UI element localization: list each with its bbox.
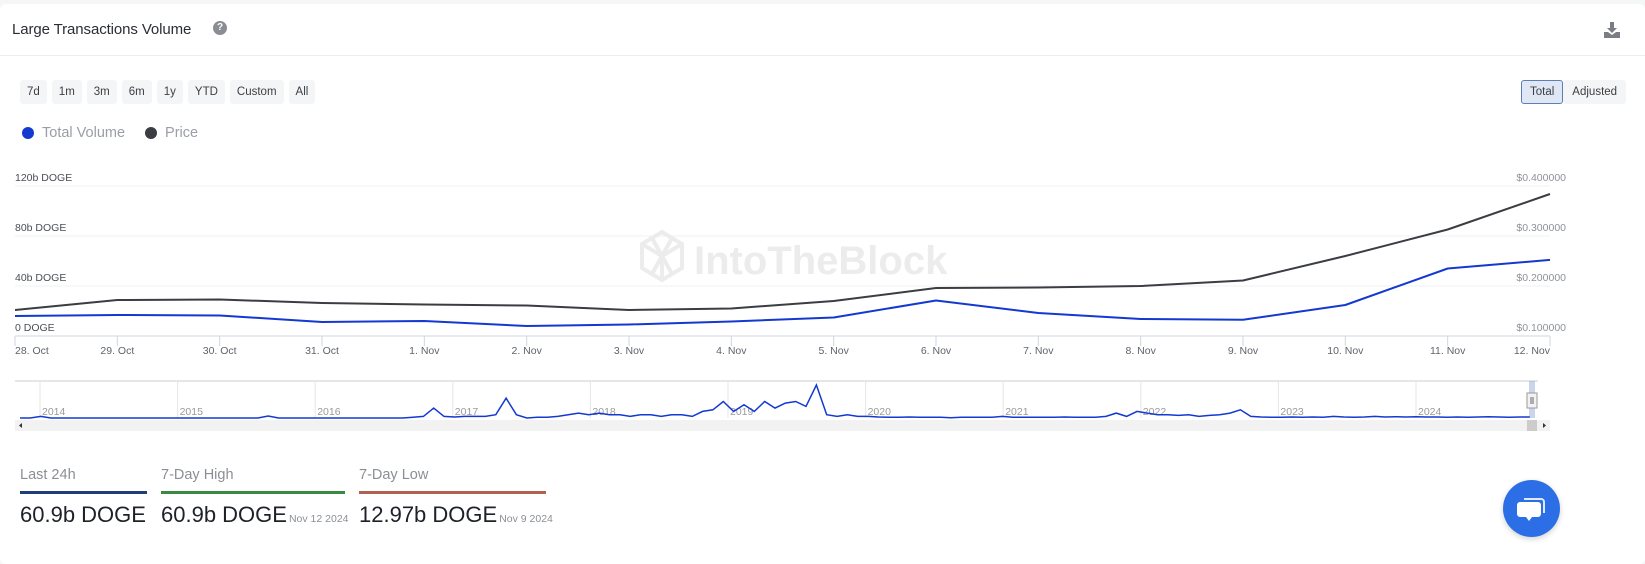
chat-bubble-icon: [1517, 498, 1545, 521]
stat-value: 12.97b DOGE Nov 9 2024: [359, 502, 553, 528]
x-tick-label: 30. Oct: [203, 345, 237, 357]
x-tick-label: 11. Nov: [1430, 345, 1466, 357]
watermark-text: IntoTheBlock: [694, 239, 948, 283]
x-tick-label: 7. Nov: [1023, 345, 1054, 357]
stat-label: 7-Day High: [161, 467, 234, 483]
x-tick-label: 9. Nov: [1228, 345, 1259, 357]
stat-7-day-high: 7-Day High 60.9b DOGE Nov 12 2024: [161, 467, 349, 528]
line-chart[interactable]: IntoTheBlock 0 DOGE 40b DOGE 80b DOGE 120b …: [0, 4, 1645, 454]
navigator-scrollbar-track[interactable]: [15, 420, 1550, 431]
x-tick-label: 3. Nov: [614, 345, 645, 357]
x-tick-label: 1. Nov: [409, 345, 440, 357]
navigator-background: [15, 381, 1538, 418]
stat-value-text: 60.9b DOGE: [161, 502, 287, 527]
y-right-tick-label: $0.100000: [1516, 322, 1566, 334]
navigator-scrollbar-thumb[interactable]: [1527, 420, 1537, 431]
stat-last-24h: Last 24h 60.9b DOGE: [20, 467, 147, 528]
y-right-tick-label: $0.200000: [1516, 272, 1566, 284]
stat-value: 60.9b DOGE: [20, 502, 147, 528]
x-tick-label: 4. Nov: [716, 345, 747, 357]
stat-underline: [161, 491, 345, 494]
y-left-tick-label: 120b DOGE: [15, 172, 72, 184]
stat-date: Nov 9 2024: [499, 513, 553, 525]
y-left-tick-label: 80b DOGE: [15, 222, 66, 234]
watermark: IntoTheBlock: [640, 229, 948, 283]
chat-button[interactable]: [1503, 480, 1560, 537]
stat-value-text: 60.9b DOGE: [20, 502, 146, 527]
navigator[interactable]: 2014 2015 2016 2017 2018 2019 2020 2021 2022 2023…: [15, 380, 1550, 431]
chart-card: Large Transactions Volume ? 7d 1m 3m 6m …: [0, 4, 1645, 564]
navigator-year-label: 2023: [1280, 406, 1304, 418]
navigator-year-label: 2016: [317, 406, 341, 418]
x-tick-label: 10. Nov: [1327, 345, 1364, 357]
stat-label: Last 24h: [20, 467, 76, 483]
stat-7-day-low: 7-Day Low 12.97b DOGE Nov 9 2024: [359, 467, 553, 528]
y-left-tick-label: 0 DOGE: [15, 322, 55, 334]
x-tick-label: 2. Nov: [511, 345, 542, 357]
navigator-year-label: 2014: [42, 406, 66, 418]
stat-value: 60.9b DOGE Nov 12 2024: [161, 502, 349, 528]
stat-underline: [359, 491, 546, 494]
navigator-year-label: 2022: [1143, 406, 1167, 418]
navigator-handle[interactable]: [1526, 392, 1538, 409]
x-tick-label: 6. Nov: [921, 345, 952, 357]
y-right-tick-label: $0.400000: [1516, 172, 1566, 184]
x-tick-label: 29. Oct: [100, 345, 134, 357]
x-tick-label: 12. Nov: [1514, 345, 1551, 357]
x-tick-label: 28. Oct: [15, 345, 49, 357]
y-left-tick-label: 40b DOGE: [15, 272, 66, 284]
navigator-year-label: 2015: [180, 406, 204, 418]
x-tick-label: 31. Oct: [305, 345, 339, 357]
stat-value-text: 12.97b DOGE: [359, 502, 498, 527]
stat-date: Nov 12 2024: [288, 513, 349, 525]
stat-underline: [20, 491, 147, 494]
summary-stats: Last 24h 60.9b DOGE 7-Day High 60.9b DOG…: [20, 467, 560, 528]
x-tick-label: 8. Nov: [1125, 345, 1156, 357]
x-tick-label: 5. Nov: [818, 345, 849, 357]
stat-label: 7-Day Low: [359, 467, 429, 483]
y-right-tick-label: $0.300000: [1516, 222, 1566, 234]
navigator-year-label: 2018: [592, 406, 616, 418]
